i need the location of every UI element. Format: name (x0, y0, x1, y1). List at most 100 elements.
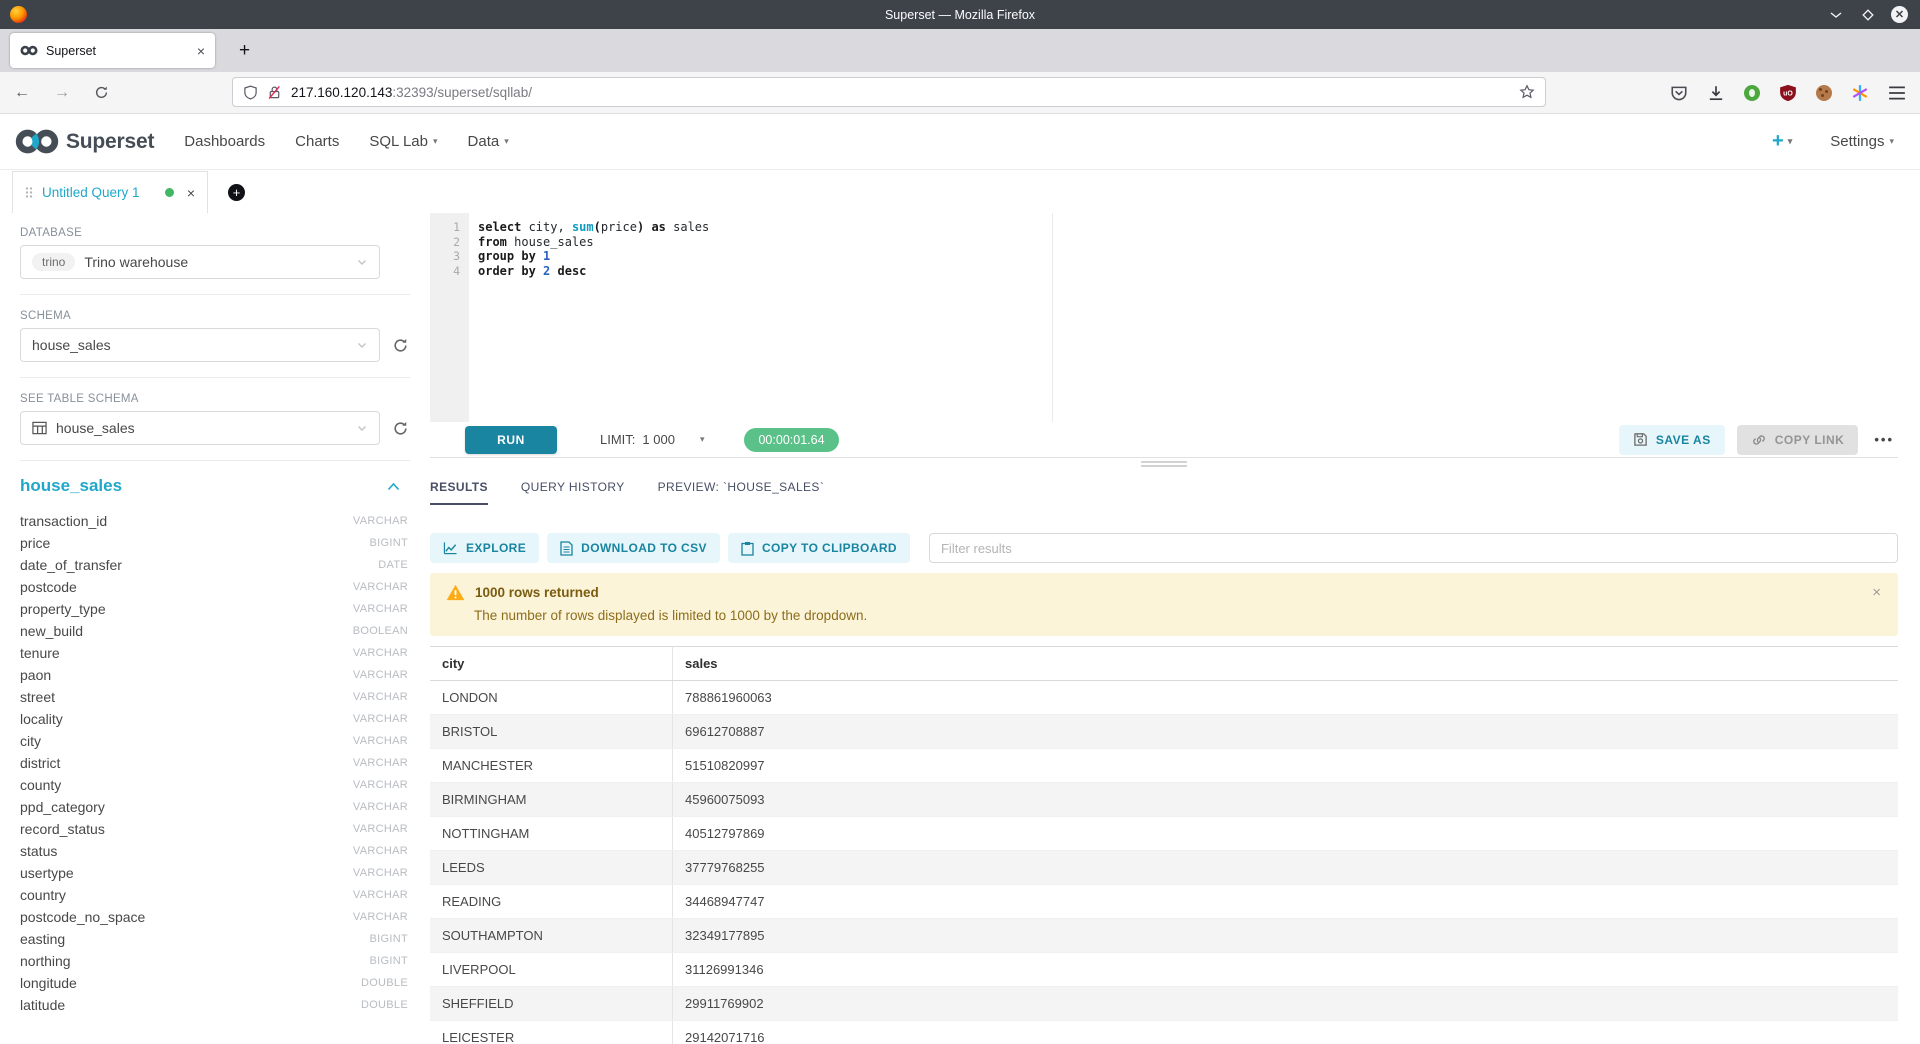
column-name: tenure (20, 645, 60, 661)
refresh-schema-icon[interactable] (392, 337, 409, 354)
cell-city: LONDON (430, 681, 673, 715)
tab-query-history[interactable]: QUERY HISTORY (521, 480, 625, 505)
tracking-shield-icon[interactable] (243, 85, 258, 100)
pocket-icon[interactable] (1670, 84, 1688, 102)
run-button[interactable]: RUN (465, 426, 557, 454)
alert-close-icon[interactable]: × (1872, 584, 1881, 601)
add-query-tab-button[interactable]: + (228, 184, 245, 201)
reload-button[interactable] (94, 85, 109, 100)
cell-sales: 45960075093 (673, 783, 1899, 817)
browser-tab-strip: Superset × + (0, 29, 1920, 72)
database-select[interactable]: trino Trino warehouse (20, 245, 380, 279)
cell-city: LIVERPOOL (430, 953, 673, 987)
column-type: VARCHAR (353, 647, 408, 659)
column-name: country (20, 887, 66, 903)
sqllab-sidebar: DATABASE trino Trino warehouse SCHEMA ho… (0, 213, 428, 1044)
tab-preview-house-sales[interactable]: PREVIEW: `HOUSE_SALES` (658, 480, 825, 505)
cell-sales: 29911769902 (673, 987, 1899, 1021)
column-type: VARCHAR (353, 669, 408, 681)
download-csv-button[interactable]: DOWNLOAD TO CSV (547, 533, 720, 563)
save-as-button[interactable]: SAVE AS (1619, 425, 1725, 455)
window-maximize-button[interactable] (1859, 6, 1877, 24)
add-new-button[interactable]: +▾ (1772, 130, 1792, 153)
bookmark-star-icon[interactable] (1519, 84, 1535, 100)
column-name: latitude (20, 997, 65, 1013)
column-name: new_build (20, 623, 83, 639)
code-line[interactable]: 3 group by 1 (430, 249, 1898, 264)
query-tab[interactable]: Untitled Query 1 × (12, 171, 208, 213)
column-list-item: transaction_id VARCHAR (20, 510, 408, 532)
browser-tab[interactable]: Superset × (10, 33, 215, 68)
code-line[interactable]: 2 from house_sales (430, 235, 1898, 250)
tab-results[interactable]: RESULTS (430, 480, 488, 505)
nav-item-dashboards[interactable]: Dashboards (184, 133, 265, 150)
filter-results-input[interactable] (929, 533, 1898, 563)
query-tab-close-icon[interactable]: × (187, 185, 195, 201)
sql-code[interactable]: 1 select city, sum(price) as sales 2 fro… (430, 213, 1898, 278)
containers-extension-icon[interactable] (1851, 84, 1869, 102)
schema-select[interactable]: house_sales (20, 328, 380, 362)
column-list-item: status VARCHAR (20, 840, 408, 862)
nav-item-sql-lab[interactable]: SQL Lab▾ (369, 133, 437, 150)
url-path: :32393/superset/sqllab/ (392, 85, 532, 100)
cookie-extension-icon[interactable] (1816, 85, 1832, 101)
column-header-sales[interactable]: sales (673, 647, 1899, 681)
copy-link-button[interactable]: COPY LINK (1737, 425, 1859, 455)
copy-clipboard-button[interactable]: COPY TO CLIPBOARD (728, 533, 910, 563)
column-list-item: latitude DOUBLE (20, 994, 408, 1016)
forward-button[interactable]: → (54, 84, 70, 102)
nav-item-charts[interactable]: Charts (295, 133, 339, 150)
sql-editor[interactable]: 1 select city, sum(price) as sales 2 fro… (430, 213, 1898, 422)
downloads-icon[interactable] (1707, 84, 1725, 102)
refresh-table-icon[interactable] (392, 420, 409, 437)
back-button[interactable]: ← (14, 84, 30, 102)
column-type: VARCHAR (353, 603, 408, 615)
column-list-item: record_status VARCHAR (20, 818, 408, 840)
insecure-lock-icon[interactable] (267, 85, 282, 100)
code-token: select (478, 220, 521, 234)
chevron-down-icon (356, 339, 368, 351)
nav-item-data[interactable]: Data▾ (468, 133, 509, 150)
column-name: price (20, 535, 50, 551)
code-line[interactable]: 4 order by 2 desc (430, 264, 1898, 279)
cell-sales: 29142071716 (673, 1021, 1899, 1044)
menu-hamburger-icon[interactable] (1888, 84, 1906, 102)
column-list-item: paon VARCHAR (20, 664, 408, 686)
table-schema-label: SEE TABLE SCHEMA (20, 393, 410, 405)
limit-dropdown[interactable]: LIMIT: 1 000 ▾ (600, 432, 704, 447)
code-token: from (478, 235, 507, 249)
results-header-row: city sales (430, 647, 1898, 681)
alert-message: The number of rows displayed is limited … (474, 608, 1882, 623)
column-list-item: country VARCHAR (20, 884, 408, 906)
table-schema-header[interactable]: house_sales (20, 476, 400, 496)
table-select-value: house_sales (56, 420, 347, 436)
chevron-up-icon[interactable] (387, 482, 400, 491)
code-token: desc (558, 264, 587, 278)
column-list-item: new_build BOOLEAN (20, 620, 408, 642)
pane-drag-handle[interactable] (1141, 461, 1187, 467)
column-list-item: county VARCHAR (20, 774, 408, 796)
drag-handle-icon[interactable] (25, 186, 33, 199)
sqllab-main: 1 select city, sum(price) as sales 2 fro… (428, 213, 1920, 1044)
window-minimize-button[interactable] (1827, 6, 1845, 24)
column-type: VARCHAR (353, 801, 408, 813)
column-name: property_type (20, 601, 106, 617)
url-bar[interactable]: 217.160.120.143:32393/superset/sqllab/ (232, 77, 1546, 107)
column-name: record_status (20, 821, 105, 837)
cell-sales: 788861960063 (673, 681, 1899, 715)
column-type: VARCHAR (353, 911, 408, 923)
explore-button[interactable]: EXPLORE (430, 533, 539, 563)
window-close-button[interactable]: ✕ (1891, 6, 1908, 23)
superset-logo[interactable]: Superset (14, 128, 154, 155)
browser-tab-close-icon[interactable]: × (197, 43, 205, 59)
privacy-extension-icon[interactable] (1744, 85, 1760, 101)
settings-menu[interactable]: Settings▾ (1830, 133, 1894, 150)
url-host: 217.160.120.143 (291, 85, 392, 100)
browser-new-tab-button[interactable]: + (239, 40, 250, 62)
ublock-origin-icon[interactable]: uO (1779, 84, 1797, 102)
code-line[interactable]: 1 select city, sum(price) as sales (430, 220, 1898, 235)
column-list-item: ppd_category VARCHAR (20, 796, 408, 818)
more-actions-button[interactable]: ••• (1870, 432, 1898, 447)
column-header-city[interactable]: city (430, 647, 673, 681)
table-select[interactable]: house_sales (20, 411, 380, 445)
